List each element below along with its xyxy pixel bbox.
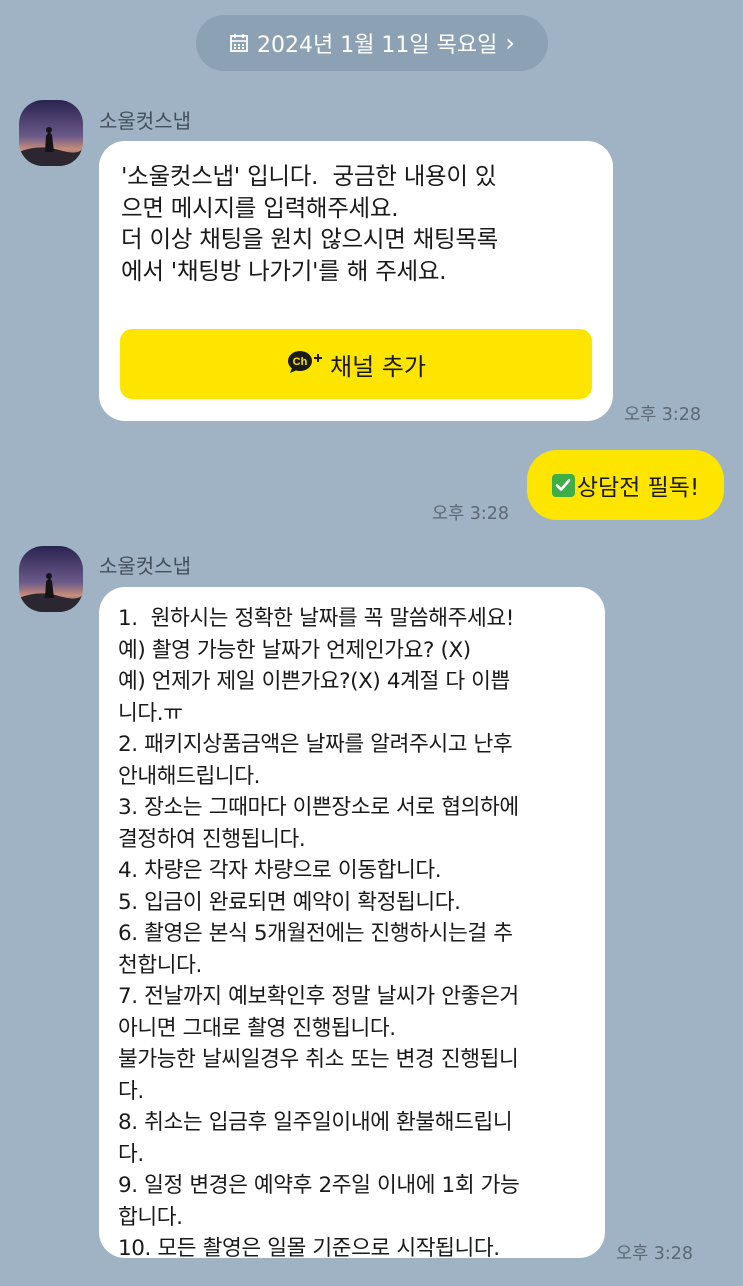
avatar[interactable] — [19, 546, 83, 612]
message-time: 오후 3:28 — [432, 504, 510, 524]
check-mark-icon — [551, 473, 575, 497]
svg-text:Ch: Ch — [293, 356, 308, 368]
message-time: 오후 3:28 — [616, 1244, 694, 1264]
ch-plus-icon: Ch — [286, 348, 324, 380]
message-text: '소울컷스냅' 입니다. 궁금한 내용이 있 으면 메시지를 입력해주세요. 더… — [121, 162, 498, 285]
calendar-icon — [229, 33, 249, 53]
message-text: 1. 원하시는 정확한 날짜를 꼭 말씀해주세요! 예) 촬영 가능한 날짜가 … — [118, 606, 520, 1261]
avatar[interactable] — [19, 100, 83, 166]
add-channel-button[interactable]: Ch 채널 추가 — [120, 329, 592, 399]
message-bubble[interactable]: 1. 원하시는 정확한 날짜를 꼭 말씀해주세요! 예) 촬영 가능한 날짜가 … — [99, 587, 605, 1261]
date-label: 2024년 1월 11일 목요일 — [256, 33, 498, 58]
my-message-bubble[interactable]: 상담전 필독! — [527, 450, 724, 520]
sender-name: 소울컷스냅 — [99, 554, 191, 578]
my-message-text: 상담전 필독! — [576, 475, 700, 501]
chevron-right-icon: › — [505, 29, 515, 57]
sender-name: 소울컷스냅 — [99, 109, 191, 133]
add-channel-label: 채널 추가 — [330, 352, 426, 381]
date-divider[interactable]: 2024년 1월 11일 목요일 › — [196, 15, 548, 71]
message-time: 오후 3:28 — [624, 405, 702, 425]
message-bubble[interactable]: '소울컷스냅' 입니다. 궁금한 내용이 있 으면 메시지를 입력해주세요. 더… — [99, 141, 613, 421]
